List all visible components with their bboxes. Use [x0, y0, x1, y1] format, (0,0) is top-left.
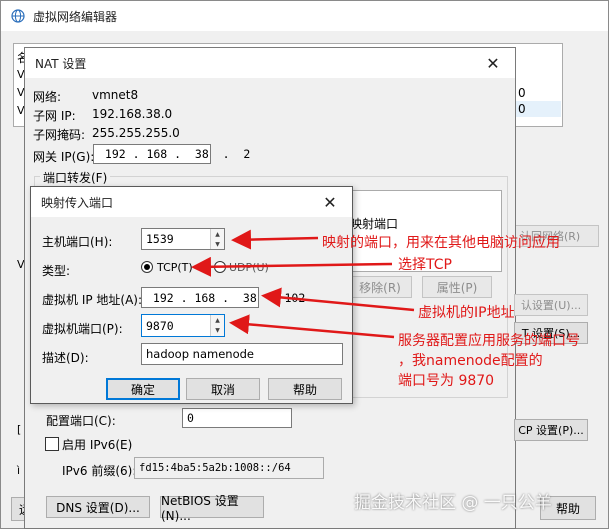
network-globe-icon — [11, 9, 25, 23]
vm-ip-field[interactable]: 192 . 168 . 38 . 102 — [141, 287, 305, 308]
tcp-radio[interactable] — [141, 261, 153, 273]
network-value: vmnet8 — [92, 88, 139, 102]
config-port-label: 配置端口(C): — [46, 414, 116, 428]
gateway-ip-field[interactable]: 192 . 168 . 38 . 2 — [93, 144, 250, 164]
cancel-button[interactable]: 取消 — [186, 378, 260, 400]
vne-title: 虚拟网络编辑器 — [33, 9, 118, 24]
dialog-close-icon[interactable]: ✕ — [308, 187, 352, 217]
edge-fragment: [ — [17, 423, 22, 436]
dialog-titlebar: 映射传入端口 ✕ — [31, 187, 352, 217]
tcp-settings-nat-button[interactable]: CP 设置(P)... — [514, 419, 588, 441]
udp-radio[interactable] — [214, 261, 226, 273]
vm-port-stepper[interactable]: ▲ ▼ — [210, 315, 224, 336]
port-properties-button[interactable]: 属性(P) — [422, 276, 492, 298]
subnet-mask-value: 255.255.255.0 — [92, 126, 180, 140]
description-field[interactable]: hadoop namenode — [141, 343, 343, 365]
annotation-vm-port-line2: ，我namenode配置的 — [398, 353, 543, 369]
nat-title: NAT 设置 — [35, 56, 87, 71]
gateway-label: 网关 IP(G): — [33, 150, 95, 164]
help-button[interactable]: 帮助 — [268, 378, 342, 400]
subnet-mask-label: 子网掩码: — [33, 128, 86, 142]
ipv6-prefix-field[interactable]: fd15:4ba5:5a2b:1008::/64 — [134, 457, 324, 479]
edge-fragment: ì — [17, 464, 21, 477]
description-label: 描述(D): — [42, 351, 89, 365]
network-label: 网络: — [33, 90, 62, 104]
dialog-title: 映射传入端口 — [41, 195, 114, 210]
ipv6-prefix-label: IPv6 前缀(6): — [62, 464, 137, 478]
subnet-ip-label: 子网 IP: — [33, 109, 76, 123]
netbios-settings-button[interactable]: NetBIOS 设置(N)... — [160, 494, 264, 523]
ok-button[interactable]: 确定 — [106, 378, 180, 400]
annotation-vm-port-line3: 端口号为 9870 — [398, 373, 495, 389]
header-map-port: 映射端口 — [350, 217, 399, 231]
annotation-select-tcp: 选择TCP — [398, 257, 452, 273]
port-forward-label: 端口转发(F) — [40, 169, 111, 186]
enable-ipv6-label: 启用 IPv6(E) — [62, 438, 133, 452]
udp-label: UDP(U) — [229, 261, 269, 274]
ipv6-checkbox[interactable] — [45, 437, 59, 451]
dns-settings-button[interactable]: DNS 设置(D)... — [46, 496, 150, 518]
vne-titlebar: 虚拟网络编辑器 — [1, 1, 608, 31]
list-row-fragment: 0 — [518, 86, 526, 100]
port-remove-button[interactable]: 移除(R) — [348, 276, 412, 298]
restore-default-button[interactable]: 认设置(U)... — [514, 294, 588, 316]
type-label: 类型: — [42, 264, 71, 278]
watermark-text: 掘金技术社区 @ 一只公羊 — [354, 493, 552, 513]
list-row-fragment: 0 — [518, 102, 526, 116]
host-port-stepper[interactable]: ▲ ▼ — [210, 229, 224, 249]
tcp-label: TCP(T) — [157, 261, 193, 274]
host-port-label: 主机端口(H): — [42, 235, 113, 249]
annotation-vm-port-line1: 服务器配置应用服务的端口号 — [398, 333, 580, 349]
nat-close-icon[interactable]: ✕ — [471, 48, 515, 78]
annotation-host-port: 映射的端口，用来在其他电脑访问应用 — [322, 235, 560, 251]
config-port-field[interactable]: 0 — [182, 408, 292, 428]
subnet-ip-value: 192.168.38.0 — [92, 107, 173, 121]
vm-ip-label: 虚拟机 IP 地址(A): — [42, 293, 143, 307]
annotation-vm-ip: 虚拟机的IP地址 — [418, 305, 515, 321]
vm-port-label: 虚拟机端口(P): — [42, 322, 123, 336]
nat-titlebar: NAT 设置 ✕ — [25, 48, 515, 78]
